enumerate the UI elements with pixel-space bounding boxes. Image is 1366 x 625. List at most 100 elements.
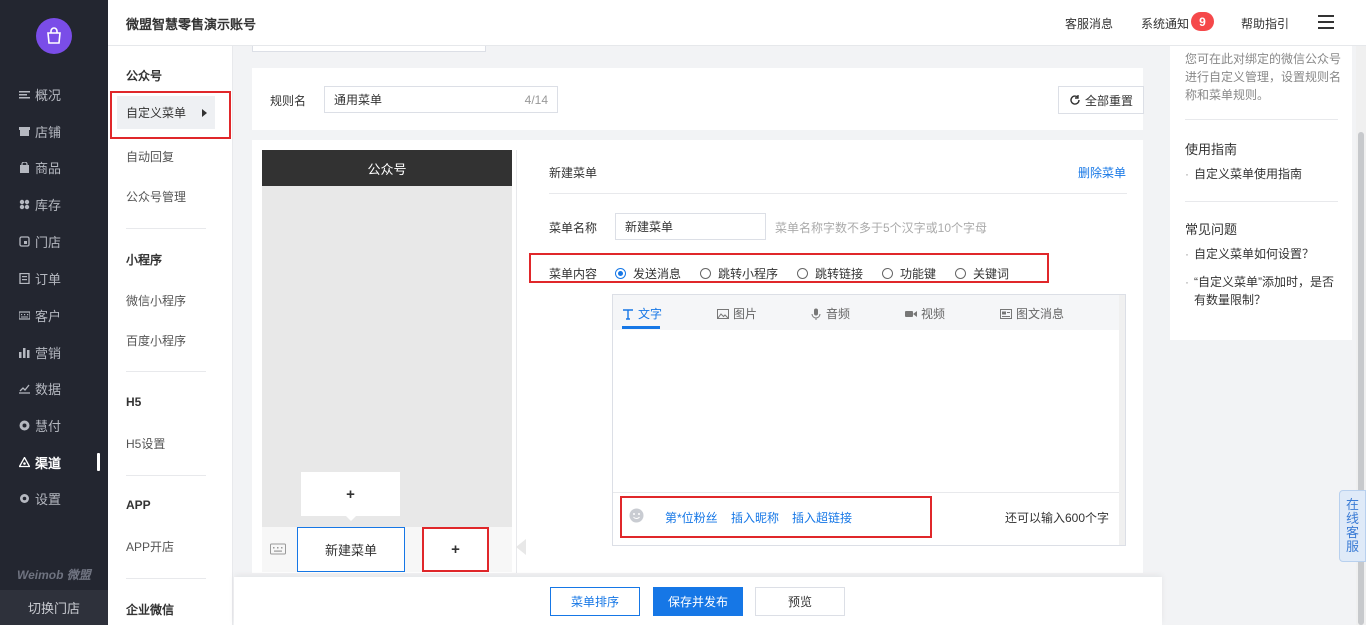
radio-send-message[interactable]: 发送消息	[615, 265, 681, 282]
nav-item-inventory[interactable]: 库存	[0, 191, 108, 217]
bar-chart-icon	[19, 347, 30, 358]
guide-title: 使用指南	[1185, 142, 1238, 157]
subnav-group-title: 企业微信	[126, 603, 175, 617]
radio-label: 关键词	[973, 267, 1010, 281]
help-panel: 您可在此对绑定的微信公众号进行自定义管理，设置规则名称和菜单规则。 使用指南 自…	[1170, 46, 1352, 340]
hamburger-menu-icon[interactable]	[1318, 15, 1334, 29]
subnav-item-auto-reply[interactable]: 自动回复	[126, 148, 174, 165]
faq-title: 常见问题	[1185, 222, 1238, 237]
help-description: 您可在此对绑定的微信公众号进行自定义管理，设置规则名称和菜单规则。	[1185, 52, 1342, 102]
online-service-button[interactable]: 在线客服	[1339, 490, 1366, 562]
nav-item-label: 数据	[35, 381, 62, 397]
divider	[1185, 119, 1338, 120]
rule-name-value: 通用菜单	[334, 93, 383, 107]
radio-jump-link[interactable]: 跳转链接	[797, 265, 863, 282]
nav-item-store[interactable]: 门店	[0, 228, 108, 254]
shop-icon	[19, 126, 30, 137]
subnav-item-custom-menu[interactable]: 自定义菜单	[117, 96, 215, 129]
keyboard-icon	[19, 310, 30, 321]
rule-name-counter: 4/14	[524, 92, 548, 107]
emoji-icon[interactable]	[629, 508, 644, 523]
rule-card: 规则名 通用菜单 4/14 全部重置	[252, 68, 1144, 130]
notice-count-badge: 9	[1191, 12, 1214, 31]
subnav-item-wechat-miniapp[interactable]: 微信小程序	[126, 292, 186, 309]
insert-nickname-link[interactable]: 插入昵称	[731, 509, 779, 526]
nav-item-settings[interactable]: 设置	[0, 485, 108, 511]
subnav-item-baidu-miniapp[interactable]: 百度小程序	[126, 332, 186, 349]
nav-item-channel[interactable]: 渠道	[0, 449, 108, 475]
nav-item-pay[interactable]: 慧付	[0, 412, 108, 438]
rule-name-input[interactable]: 通用菜单 4/14	[324, 86, 558, 113]
subnav-item-app-store[interactable]: APP开店	[126, 538, 174, 555]
radio-jump-miniapp[interactable]: 跳转小程序	[700, 265, 778, 282]
nav-item-marketing[interactable]: 营销	[0, 339, 108, 365]
help-guide-link[interactable]: 帮助指引	[1241, 15, 1289, 32]
top-header: 微盟智慧零售演示账号 客服消息 系统通知 9 帮助指引	[108, 0, 1366, 46]
nav-item-label: 概况	[35, 87, 62, 103]
insert-fan-rank-link[interactable]: 第*位粉丝	[665, 509, 718, 526]
app-logo[interactable]	[36, 18, 72, 54]
nav-item-goods[interactable]: 商品	[0, 154, 108, 180]
subnav-group-title: 小程序	[126, 253, 163, 267]
nav-item-data[interactable]: 数据	[0, 375, 108, 401]
tab-label: 文字	[638, 307, 663, 321]
radio-label: 功能键	[900, 267, 937, 281]
bag-icon	[19, 161, 30, 173]
switch-store-button[interactable]: 切换门店	[0, 590, 108, 625]
tab-article[interactable]: 图文消息	[1000, 305, 1064, 322]
faq-link[interactable]: 自定义菜单如何设置？	[1185, 245, 1345, 263]
tab-text[interactable]: 文字	[622, 305, 662, 322]
save-publish-button[interactable]: 保存并发布	[653, 587, 743, 616]
tab-video[interactable]: 视频	[905, 305, 945, 322]
add-menu-button[interactable]: +	[424, 529, 487, 570]
guide-link[interactable]: 自定义菜单使用指南	[1185, 165, 1345, 183]
faq-link[interactable]: “自定义菜单”添加时，是否有数量限制？	[1185, 273, 1345, 309]
radio-function-key[interactable]: 功能键	[882, 265, 936, 282]
action-footer: 菜单排序 保存并发布 预览	[234, 577, 1162, 625]
order-icon	[19, 272, 30, 284]
editor-scrollbar[interactable]	[1119, 295, 1125, 545]
nav-item-label: 订单	[35, 271, 62, 287]
keyboard-icon[interactable]	[270, 542, 286, 556]
tab-label: 图片	[733, 307, 758, 321]
subnav-group-title: H5	[126, 395, 142, 409]
radio-keyword[interactable]: 关键词	[955, 265, 1009, 282]
subnav-item-label: 自定义菜单	[126, 106, 187, 120]
divider	[1185, 201, 1338, 202]
nav-item-order[interactable]: 订单	[0, 265, 108, 291]
customer-message-link[interactable]: 客服消息	[1065, 15, 1113, 32]
phone-menu-item[interactable]: 新建菜单	[297, 527, 405, 572]
secondary-nav: 公众号 自定义菜单 自动回复 公众号管理 小程序 微信小程序 百度小程序 H5 …	[108, 46, 233, 625]
video-icon	[905, 310, 917, 317]
divider	[126, 578, 206, 579]
article-icon	[1000, 308, 1012, 319]
reset-all-button[interactable]: 全部重置	[1058, 86, 1144, 114]
nav-item-customer[interactable]: 客户	[0, 302, 108, 328]
nav-item-label: 店铺	[35, 124, 62, 140]
nav-item-overview[interactable]: 概况	[0, 81, 108, 107]
list-icon	[19, 89, 30, 100]
menu-name-input[interactable]: 新建菜单	[615, 213, 766, 240]
main-nav: 概况 店铺 商品 库存 门店 订单 客户 营销 数据 慧付 渠道 设置 Weim…	[0, 0, 108, 625]
nav-item-shop[interactable]: 店铺	[0, 118, 108, 144]
insert-hyperlink-link[interactable]: 插入超链接	[792, 509, 852, 526]
channel-icon	[19, 456, 30, 468]
radio-label: 发送消息	[633, 267, 682, 281]
message-text-area[interactable]	[613, 330, 1119, 492]
delete-menu-link[interactable]: 删除菜单	[1078, 164, 1126, 181]
subnav-group-title: 公众号	[126, 69, 163, 83]
divider	[549, 193, 1127, 194]
tab-audio[interactable]: 音频	[810, 305, 850, 322]
divider	[126, 371, 206, 372]
subnav-item-account-manage[interactable]: 公众号管理	[126, 188, 186, 205]
shopping-bag-icon	[47, 27, 61, 44]
add-submenu-button[interactable]: +	[301, 472, 400, 516]
system-notice-link[interactable]: 系统通知	[1141, 15, 1189, 32]
menu-sort-button[interactable]: 菜单排序	[550, 587, 640, 616]
tab-image[interactable]: 图片	[717, 305, 757, 322]
remaining-chars: 还可以输入600个字	[1005, 511, 1110, 525]
subnav-item-h5-settings[interactable]: H5设置	[126, 435, 165, 452]
divider	[126, 475, 206, 476]
tab-label: 音频	[826, 307, 851, 321]
preview-button[interactable]: 预览	[755, 587, 845, 616]
